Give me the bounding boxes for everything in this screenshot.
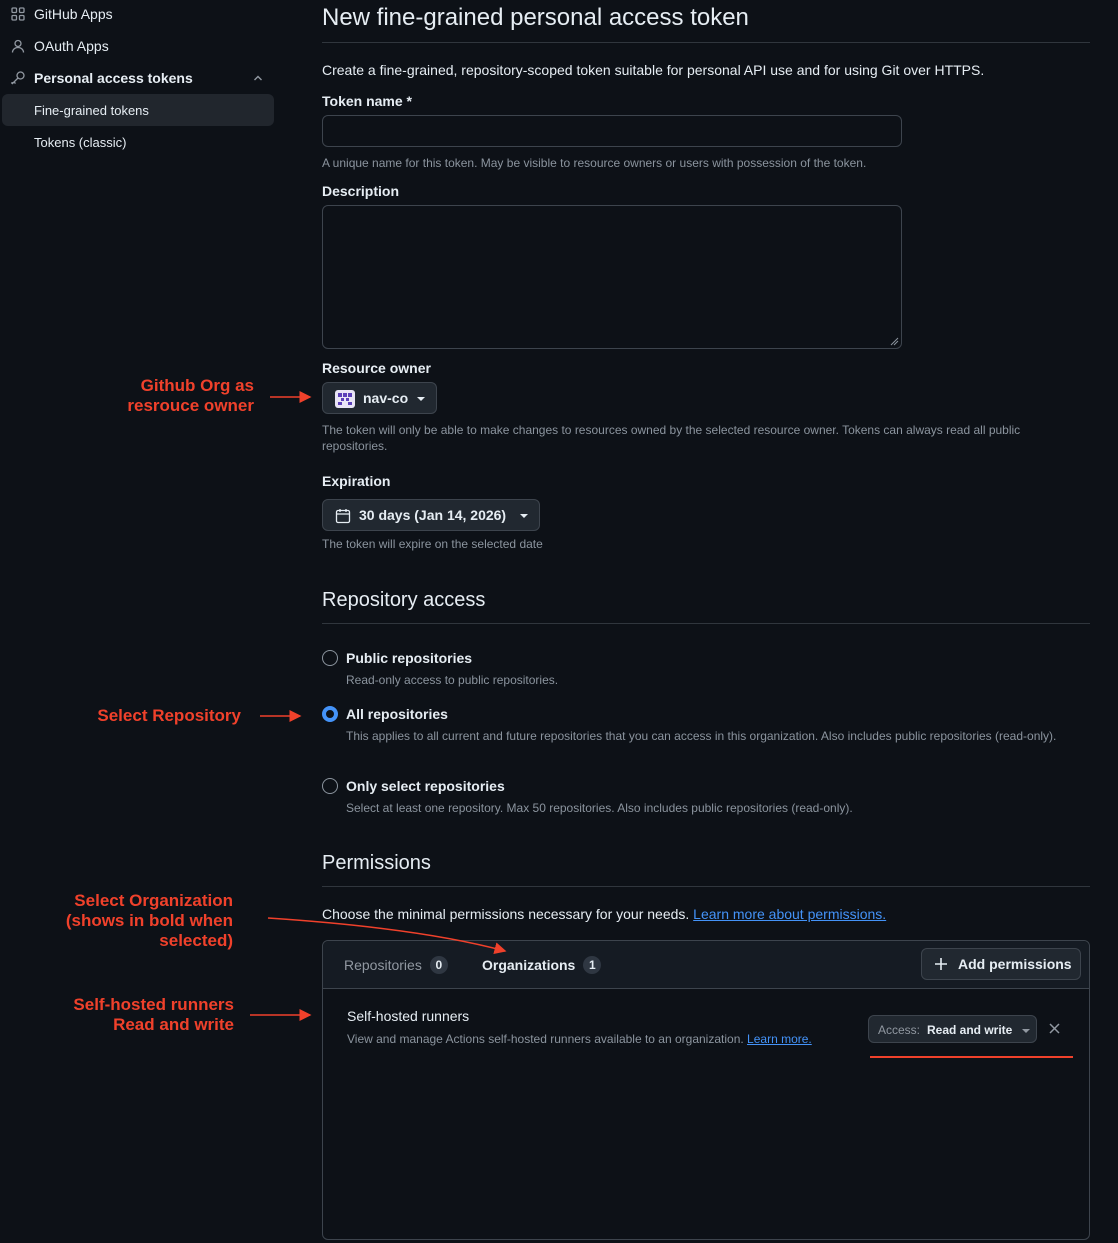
tab-repositories[interactable]: Repositories 0: [344, 956, 448, 974]
sidebar-item-label: GitHub Apps: [34, 6, 113, 22]
sidebar-item-personal-access-tokens[interactable]: Personal access tokens: [2, 62, 274, 94]
radio-label: Public repositories: [346, 650, 473, 666]
sidebar-item-label: Personal access tokens: [34, 70, 193, 86]
sidebar-item-tokens-classic[interactable]: Tokens (classic): [2, 126, 274, 158]
repository-access-heading: Repository access: [322, 589, 486, 611]
radio-label: All repositories: [346, 706, 448, 722]
learn-more-permissions-link[interactable]: Learn more about permissions.: [693, 906, 886, 922]
radio-description: Read-only access to public repositories.: [346, 673, 559, 687]
radio-description: This applies to all current and future r…: [346, 729, 1057, 743]
tab-count: 1: [583, 956, 602, 974]
expiration-note: The token will expire on the selected da…: [322, 537, 543, 551]
page-intro: Create a fine-grained, repository-scoped…: [322, 62, 985, 78]
sidebar-item-oauth-apps[interactable]: OAuth Apps: [2, 30, 274, 62]
tab-label: Repositories: [344, 957, 422, 973]
description-label: Description: [322, 183, 400, 199]
apps-icon: [10, 6, 26, 22]
close-icon[interactable]: [1049, 1023, 1060, 1034]
permission-description-text: View and manage Actions self-hosted runn…: [347, 1032, 744, 1046]
permissions-intro: Choose the minimal permissions necessary…: [322, 906, 886, 922]
token-name-label: Token name *: [322, 93, 412, 109]
description-textarea[interactable]: [322, 205, 902, 349]
permissions-panel: Repositories 0 Organizations 1 Add permi…: [322, 940, 1090, 1240]
expiration-label: Expiration: [322, 473, 391, 489]
sidebar-item-github-apps[interactable]: GitHub Apps: [2, 0, 274, 30]
chevron-up-icon[interactable]: [252, 72, 264, 84]
resource-owner-value: nav-co: [363, 390, 409, 406]
divider: [322, 886, 1090, 887]
token-name-input[interactable]: [322, 115, 902, 147]
annotation-runners: Self-hosted runners Read and write: [73, 995, 234, 1034]
tab-label: Organizations: [482, 957, 576, 973]
person-icon: [10, 38, 26, 54]
sidebar-item-label: Fine-grained tokens: [34, 102, 149, 118]
add-permissions-button[interactable]: Add permissions: [921, 948, 1081, 980]
annotation-select-repo: Select Repository: [97, 706, 241, 725]
expiration-select[interactable]: 30 days (Jan 14, 2026): [322, 499, 540, 531]
key-icon: [10, 70, 26, 86]
permissions-tabs-header: Repositories 0 Organizations 1 Add permi…: [323, 941, 1089, 989]
calendar-icon: [335, 508, 351, 524]
permission-title: Self-hosted runners: [347, 1008, 470, 1024]
annotation-org-owner: Github Org as resrouce owner: [127, 376, 254, 415]
resource-owner-select[interactable]: nav-co: [322, 382, 437, 414]
page-title: New fine-grained personal access token: [322, 4, 749, 31]
divider: [322, 42, 1090, 43]
tab-count: 0: [429, 956, 448, 974]
caret-down-icon: [1022, 1029, 1030, 1033]
radio-description: Select at least one repository. Max 50 r…: [346, 801, 853, 815]
learn-more-link[interactable]: Learn more.: [747, 1032, 812, 1046]
token-name-note: A unique name for this token. May be vis…: [322, 156, 867, 170]
org-avatar: [335, 390, 355, 408]
sidebar-item-label: OAuth Apps: [34, 38, 109, 54]
sidebar-item-label: Tokens (classic): [34, 134, 127, 150]
permission-description: View and manage Actions self-hosted runn…: [347, 1031, 812, 1047]
tab-organizations[interactable]: Organizations 1: [482, 956, 602, 974]
access-prefix: Access:: [878, 1023, 921, 1037]
radio-all-repositories[interactable]: [322, 706, 338, 722]
radio-public-repositories[interactable]: [322, 650, 338, 666]
sidebar-item-fine-grained-tokens[interactable]: Fine-grained tokens: [2, 94, 274, 126]
divider: [322, 623, 1090, 624]
access-level-select[interactable]: Access: Read and write: [868, 1015, 1037, 1043]
resize-handle-icon[interactable]: [890, 337, 899, 346]
caret-down-icon: [520, 514, 528, 518]
caret-down-icon: [417, 397, 425, 401]
resource-owner-label: Resource owner: [322, 360, 431, 376]
resource-owner-note: The token will only be able to make chan…: [322, 423, 1021, 453]
annotation-select-org: Select Organization (shows in bold when …: [65, 891, 233, 950]
radio-label: Only select repositories: [346, 778, 505, 794]
plus-icon: [934, 957, 948, 971]
expiration-value: 30 days (Jan 14, 2026): [359, 507, 507, 523]
access-value: Read and write: [927, 1023, 1013, 1037]
radio-only-select-repositories[interactable]: [322, 778, 338, 794]
add-permissions-label: Add permissions: [958, 956, 1072, 972]
permissions-heading: Permissions: [322, 852, 431, 874]
permissions-intro-text: Choose the minimal permissions necessary…: [322, 906, 690, 922]
